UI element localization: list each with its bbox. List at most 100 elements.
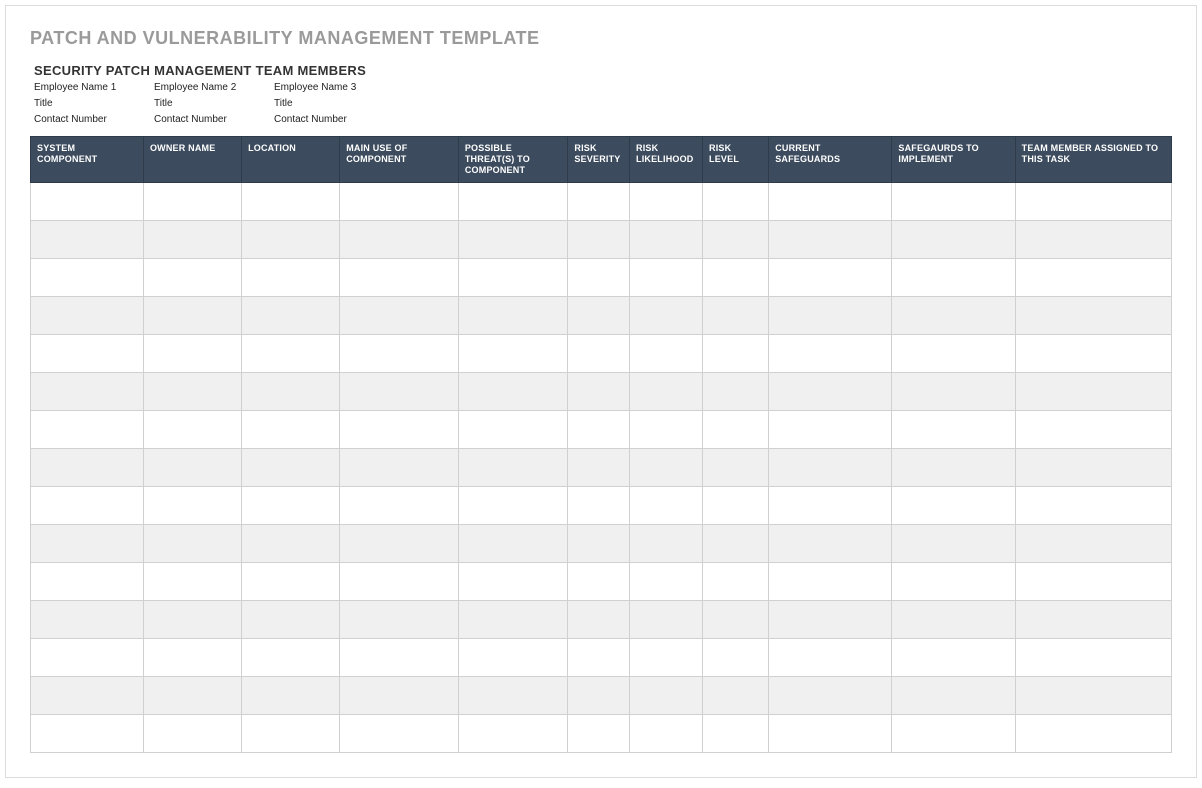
table-cell[interactable] bbox=[630, 487, 703, 525]
table-cell[interactable] bbox=[31, 677, 144, 715]
table-cell[interactable] bbox=[568, 259, 630, 297]
table-cell[interactable] bbox=[458, 221, 568, 259]
table-cell[interactable] bbox=[143, 183, 241, 221]
table-cell[interactable] bbox=[1015, 677, 1171, 715]
table-cell[interactable] bbox=[143, 411, 241, 449]
table-cell[interactable] bbox=[568, 183, 630, 221]
table-cell[interactable] bbox=[143, 259, 241, 297]
table-cell[interactable] bbox=[31, 563, 144, 601]
table-cell[interactable] bbox=[242, 563, 340, 601]
table-cell[interactable] bbox=[568, 487, 630, 525]
table-cell[interactable] bbox=[769, 297, 892, 335]
table-cell[interactable] bbox=[769, 373, 892, 411]
table-cell[interactable] bbox=[340, 639, 459, 677]
table-cell[interactable] bbox=[892, 183, 1015, 221]
table-cell[interactable] bbox=[143, 639, 241, 677]
table-cell[interactable] bbox=[703, 449, 769, 487]
table-cell[interactable] bbox=[242, 297, 340, 335]
table-cell[interactable] bbox=[1015, 335, 1171, 373]
table-cell[interactable] bbox=[1015, 449, 1171, 487]
table-cell[interactable] bbox=[143, 297, 241, 335]
table-cell[interactable] bbox=[1015, 639, 1171, 677]
table-cell[interactable] bbox=[458, 487, 568, 525]
table-cell[interactable] bbox=[892, 715, 1015, 753]
table-cell[interactable] bbox=[31, 335, 144, 373]
table-cell[interactable] bbox=[31, 715, 144, 753]
table-cell[interactable] bbox=[143, 715, 241, 753]
table-cell[interactable] bbox=[703, 525, 769, 563]
table-cell[interactable] bbox=[31, 183, 144, 221]
table-cell[interactable] bbox=[340, 563, 459, 601]
table-cell[interactable] bbox=[143, 601, 241, 639]
table-cell[interactable] bbox=[458, 639, 568, 677]
table-cell[interactable] bbox=[340, 335, 459, 373]
table-cell[interactable] bbox=[242, 373, 340, 411]
table-cell[interactable] bbox=[242, 639, 340, 677]
table-cell[interactable] bbox=[568, 411, 630, 449]
table-cell[interactable] bbox=[703, 639, 769, 677]
table-cell[interactable] bbox=[892, 335, 1015, 373]
table-cell[interactable] bbox=[568, 297, 630, 335]
table-cell[interactable] bbox=[630, 259, 703, 297]
table-cell[interactable] bbox=[568, 335, 630, 373]
table-cell[interactable] bbox=[143, 563, 241, 601]
table-cell[interactable] bbox=[769, 335, 892, 373]
table-cell[interactable] bbox=[143, 449, 241, 487]
table-cell[interactable] bbox=[769, 183, 892, 221]
table-cell[interactable] bbox=[340, 525, 459, 563]
table-cell[interactable] bbox=[703, 221, 769, 259]
table-cell[interactable] bbox=[242, 183, 340, 221]
table-cell[interactable] bbox=[242, 601, 340, 639]
table-cell[interactable] bbox=[630, 677, 703, 715]
table-cell[interactable] bbox=[630, 563, 703, 601]
table-cell[interactable] bbox=[242, 525, 340, 563]
table-cell[interactable] bbox=[1015, 297, 1171, 335]
table-cell[interactable] bbox=[1015, 411, 1171, 449]
table-cell[interactable] bbox=[1015, 525, 1171, 563]
table-cell[interactable] bbox=[242, 221, 340, 259]
table-cell[interactable] bbox=[892, 259, 1015, 297]
table-cell[interactable] bbox=[568, 639, 630, 677]
table-cell[interactable] bbox=[892, 449, 1015, 487]
table-cell[interactable] bbox=[458, 601, 568, 639]
table-cell[interactable] bbox=[340, 411, 459, 449]
table-cell[interactable] bbox=[892, 563, 1015, 601]
table-cell[interactable] bbox=[630, 183, 703, 221]
table-cell[interactable] bbox=[458, 449, 568, 487]
table-cell[interactable] bbox=[242, 715, 340, 753]
table-cell[interactable] bbox=[31, 487, 144, 525]
table-cell[interactable] bbox=[703, 183, 769, 221]
table-cell[interactable] bbox=[630, 411, 703, 449]
table-cell[interactable] bbox=[1015, 373, 1171, 411]
table-cell[interactable] bbox=[769, 221, 892, 259]
table-cell[interactable] bbox=[1015, 601, 1171, 639]
table-cell[interactable] bbox=[340, 297, 459, 335]
table-cell[interactable] bbox=[892, 525, 1015, 563]
table-cell[interactable] bbox=[892, 373, 1015, 411]
table-cell[interactable] bbox=[1015, 259, 1171, 297]
table-cell[interactable] bbox=[1015, 487, 1171, 525]
table-cell[interactable] bbox=[568, 601, 630, 639]
table-cell[interactable] bbox=[630, 601, 703, 639]
table-cell[interactable] bbox=[769, 601, 892, 639]
table-cell[interactable] bbox=[892, 639, 1015, 677]
table-cell[interactable] bbox=[1015, 563, 1171, 601]
table-cell[interactable] bbox=[31, 297, 144, 335]
table-cell[interactable] bbox=[458, 525, 568, 563]
table-cell[interactable] bbox=[630, 525, 703, 563]
table-cell[interactable] bbox=[892, 221, 1015, 259]
table-cell[interactable] bbox=[769, 639, 892, 677]
table-cell[interactable] bbox=[458, 563, 568, 601]
table-cell[interactable] bbox=[458, 259, 568, 297]
table-cell[interactable] bbox=[1015, 715, 1171, 753]
table-cell[interactable] bbox=[703, 373, 769, 411]
table-cell[interactable] bbox=[568, 221, 630, 259]
table-cell[interactable] bbox=[703, 715, 769, 753]
table-cell[interactable] bbox=[703, 601, 769, 639]
table-cell[interactable] bbox=[340, 221, 459, 259]
table-cell[interactable] bbox=[769, 715, 892, 753]
table-cell[interactable] bbox=[458, 183, 568, 221]
table-cell[interactable] bbox=[892, 601, 1015, 639]
table-cell[interactable] bbox=[703, 259, 769, 297]
table-cell[interactable] bbox=[31, 411, 144, 449]
